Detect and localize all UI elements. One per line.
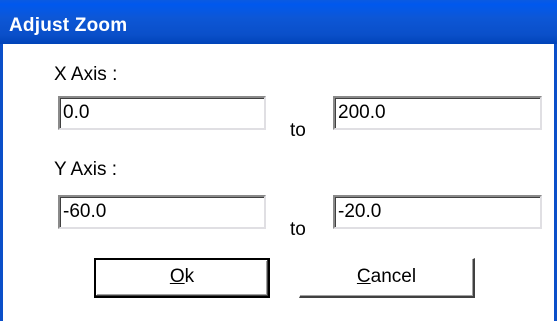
y-axis-label: Y Axis : — [54, 159, 118, 180]
y-axis-max-input[interactable]: -20.0 — [333, 195, 542, 229]
x-axis-max-input[interactable]: 200.0 — [333, 96, 542, 130]
ok-button[interactable]: Ok — [94, 258, 270, 298]
ok-mnemonic: O — [169, 266, 185, 287]
cancel-label-rest: ancel — [370, 266, 417, 287]
x-axis-to-label: to — [290, 120, 306, 141]
cancel-mnemonic: C — [356, 266, 371, 287]
window-title: Adjust Zoom — [9, 15, 128, 36]
x-axis-label: X Axis : — [54, 64, 118, 85]
adjust-zoom-dialog: Adjust Zoom X Axis : 0.0 to 200.0 Y Axis… — [0, 0, 557, 321]
ok-label-rest: k — [184, 266, 195, 287]
x-axis-min-input[interactable]: 0.0 — [58, 96, 266, 130]
dialog-client-area: X Axis : 0.0 to 200.0 Y Axis : -60.0 to … — [3, 44, 554, 321]
y-axis-min-input[interactable]: -60.0 — [58, 195, 266, 229]
cancel-button[interactable]: Cancel — [299, 258, 475, 298]
y-axis-to-label: to — [290, 219, 306, 240]
title-bar[interactable]: Adjust Zoom — [0, 0, 557, 44]
